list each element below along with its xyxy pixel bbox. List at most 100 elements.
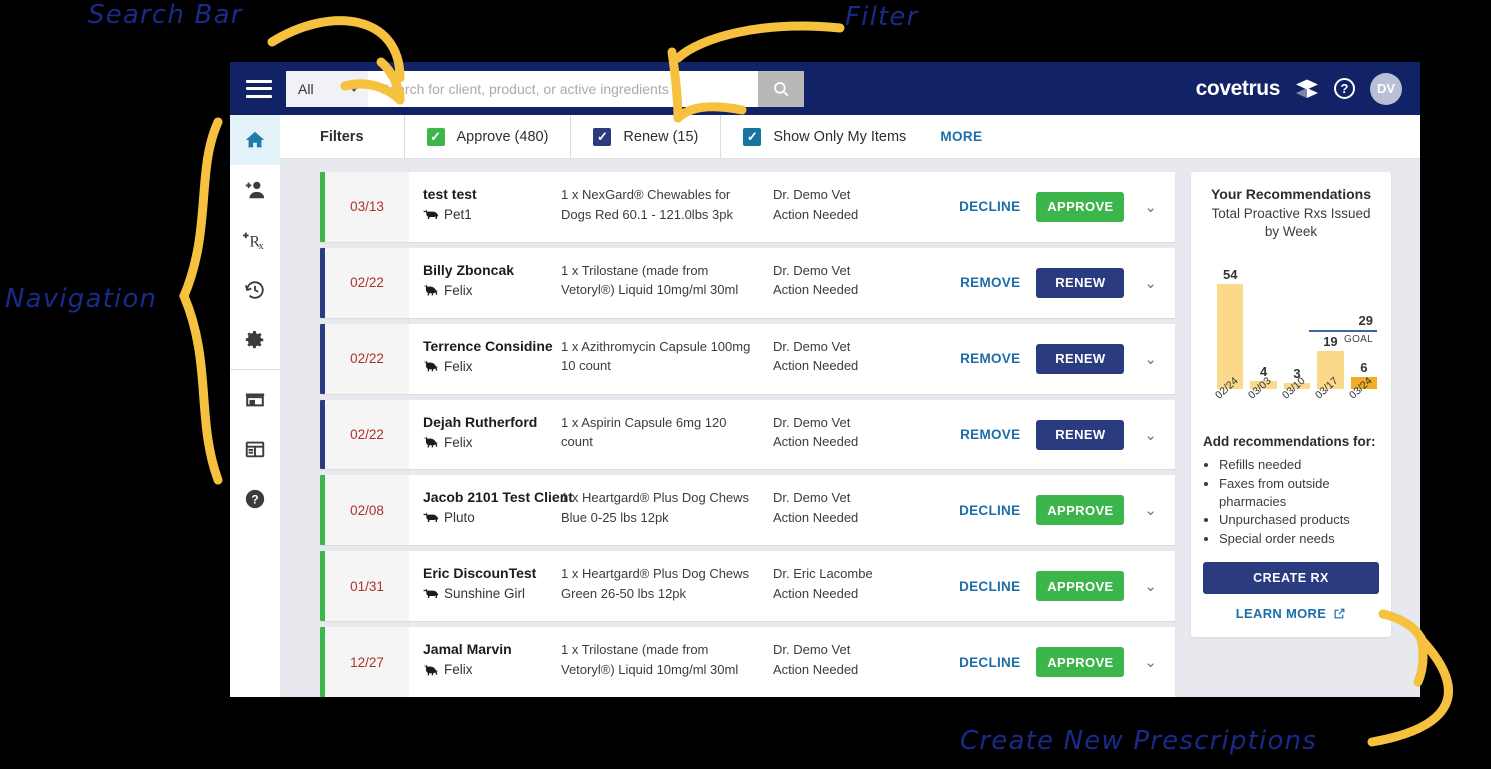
table-row[interactable]: 03/13 test test Pet1 1 x NexGard® Chewables…: [320, 172, 1175, 242]
hamburger-icon[interactable]: [246, 79, 272, 98]
goal-value: 29: [1358, 313, 1373, 329]
row-primary-action[interactable]: APPROVE: [1036, 647, 1125, 678]
table-row[interactable]: 02/22 Terrence Considine Felix 1 x Azithrom…: [320, 323, 1175, 394]
row-vet: Dr. Demo Vet Action Needed: [773, 338, 859, 374]
chevron-down-icon[interactable]: ⌄: [1140, 577, 1161, 595]
row-secondary-action[interactable]: DECLINE: [959, 503, 1020, 518]
sidebar-item-history[interactable]: [230, 265, 280, 315]
gear-icon: [245, 330, 264, 349]
dog-icon: [423, 512, 439, 522]
chart-bar-group: 54: [1217, 267, 1244, 390]
table-row[interactable]: 02/22 Billy Zboncak Felix 1 x Trilostane (m…: [320, 247, 1175, 318]
row-actions: DECLINE APPROVE ⌄: [923, 551, 1175, 621]
row-client: Jamal Marvin Felix: [409, 627, 561, 697]
sidebar-item-add-client[interactable]: [230, 165, 280, 215]
row-product: 1 x Azithromycin Capsule 100mg 10 count: [561, 338, 751, 374]
sidebar-item-help[interactable]: ?: [230, 474, 280, 524]
row-primary-action[interactable]: RENEW: [1036, 343, 1125, 374]
renew-checkbox[interactable]: ✓: [593, 127, 612, 146]
chevron-down-icon[interactable]: ⌄: [1140, 350, 1161, 368]
left-navigation-sidebar: R x ?: [230, 115, 280, 697]
filter-my-items[interactable]: ✓ Show Only My Items MORE: [721, 115, 1004, 158]
list-item: Refills needed: [1219, 456, 1379, 474]
table-row[interactable]: 02/22 Dejah Rutherford Felix 1 x Aspirin Ca…: [320, 399, 1175, 470]
search-scope-dropdown[interactable]: All: [286, 70, 368, 107]
row-date: 02/22: [325, 247, 409, 318]
learn-more-link[interactable]: LEARN MORE: [1203, 606, 1379, 621]
search-button[interactable]: [758, 70, 804, 107]
row-secondary-action[interactable]: DECLINE: [959, 199, 1020, 214]
row-actions: DECLINE APPROVE ⌄: [923, 475, 1175, 545]
chevron-down-icon[interactable]: ⌄: [1140, 426, 1161, 444]
row-primary-action[interactable]: RENEW: [1036, 419, 1125, 450]
chevron-down-icon[interactable]: ⌄: [1140, 198, 1161, 216]
cat-icon: [424, 436, 438, 448]
calendar-card-icon: [245, 441, 265, 458]
filters-label-text: Filters: [320, 128, 364, 145]
proactive-rx-bar-chart: 54 4 3 19 6 29 GOAL 02/24 03/03 03/10 03/17 03/2…: [1203, 253, 1379, 428]
row-secondary-action[interactable]: DECLINE: [959, 655, 1020, 670]
table-row[interactable]: 01/31 Eric DiscounTest Sunshine Girl 1 x He…: [320, 551, 1175, 622]
content-area: 03/13 test test Pet1 1 x NexGard® Chewables…: [280, 160, 1420, 697]
help-glyph: ?: [1340, 81, 1349, 96]
svg-text:?: ?: [251, 493, 258, 507]
row-secondary-action[interactable]: DECLINE: [959, 579, 1020, 594]
row-primary-action[interactable]: RENEW: [1036, 267, 1125, 298]
row-actions: REMOVE RENEW ⌄: [923, 324, 1175, 394]
row-actions: DECLINE APPROVE ⌄: [923, 172, 1175, 242]
external-link-icon: [1334, 608, 1345, 619]
row-product: 1 x Aspirin Capsule 6mg 120 count: [561, 414, 727, 450]
client-name: Eric DiscounTest: [423, 565, 537, 582]
filter-renew[interactable]: ✓ Renew (15): [571, 115, 722, 158]
search-bar: All: [286, 70, 804, 107]
row-primary-action[interactable]: APPROVE: [1036, 571, 1125, 602]
recommendations-panel: Your Recommendations Total Proactive Rxs…: [1191, 172, 1391, 638]
chart-plot-area: 54 4 3 19 6 29 GOAL: [1217, 267, 1378, 390]
approve-checkbox[interactable]: ✓: [426, 127, 445, 146]
chevron-down-icon[interactable]: ⌄: [1140, 653, 1161, 671]
add-rx-icon: R x: [243, 232, 264, 251]
search-scope-value: All: [298, 80, 314, 97]
row-secondary-action[interactable]: REMOVE: [960, 351, 1020, 366]
top-navigation-bar: All covetrus: [230, 62, 1420, 115]
chart-bar-value: 6: [1360, 360, 1368, 376]
client-name: Terrence Considine: [423, 337, 553, 354]
help-icon[interactable]: ?: [1334, 78, 1355, 99]
row-actions: REMOVE RENEW ⌄: [923, 248, 1175, 318]
search-input[interactable]: [368, 70, 758, 107]
table-row[interactable]: 12/27 Jamal Marvin Felix 1 x Trilostane (ma…: [320, 627, 1175, 697]
recommendations-bullet-list: Refills neededFaxes from outside pharmac…: [1219, 456, 1379, 547]
row-primary-action[interactable]: APPROVE: [1036, 191, 1125, 222]
my-items-checkbox[interactable]: ✓: [743, 127, 762, 146]
row-client: Billy Zboncak Felix: [409, 248, 561, 318]
sidebar-item-home[interactable]: [230, 115, 280, 165]
recommendations-subtitle: Total Proactive Rxs Issued by Week: [1211, 206, 1371, 240]
avatar[interactable]: DV: [1370, 72, 1402, 105]
chevron-down-icon[interactable]: ⌄: [1140, 274, 1161, 292]
pet-name: Felix: [444, 662, 473, 678]
row-primary-action[interactable]: APPROVE: [1036, 495, 1125, 526]
row-vet: Dr. Eric Lacombe Action Needed: [773, 566, 873, 601]
sidebar-item-settings[interactable]: [230, 315, 280, 365]
row-product: 1 x Heartgard® Plus Dog Chews Green 26-5…: [561, 566, 750, 601]
table-row[interactable]: 02/08 Jacob 2101 Test Client Pluto 1 x Hear…: [320, 475, 1175, 546]
chart-bar-group: 4: [1250, 267, 1277, 390]
pet-name: Pluto: [444, 510, 475, 526]
chevron-down-icon[interactable]: ⌄: [1140, 501, 1161, 519]
row-client: Dejah Rutherford Felix: [409, 400, 561, 470]
chart-bar-value: 54: [1222, 267, 1238, 283]
recommendations-title: Your Recommendations: [1211, 186, 1371, 202]
annotation-navigation: Navigation: [5, 284, 158, 314]
row-secondary-action[interactable]: REMOVE: [960, 427, 1020, 442]
row-secondary-action[interactable]: REMOVE: [960, 275, 1020, 290]
filter-approve[interactable]: ✓ Approve (480): [405, 115, 572, 158]
row-vet: Dr. Demo Vet Action Needed: [773, 642, 859, 677]
sidebar-item-store[interactable]: [230, 374, 280, 424]
create-rx-button[interactable]: CREATE RX: [1203, 562, 1379, 595]
chart-bar-value: 19: [1323, 333, 1338, 349]
filters-label: Filters: [280, 115, 405, 158]
client-name: Billy Zboncak: [423, 261, 515, 278]
sidebar-item-reports[interactable]: [230, 424, 280, 474]
more-filters-link[interactable]: MORE: [940, 129, 982, 144]
sidebar-item-new-prescription[interactable]: R x: [230, 215, 280, 265]
